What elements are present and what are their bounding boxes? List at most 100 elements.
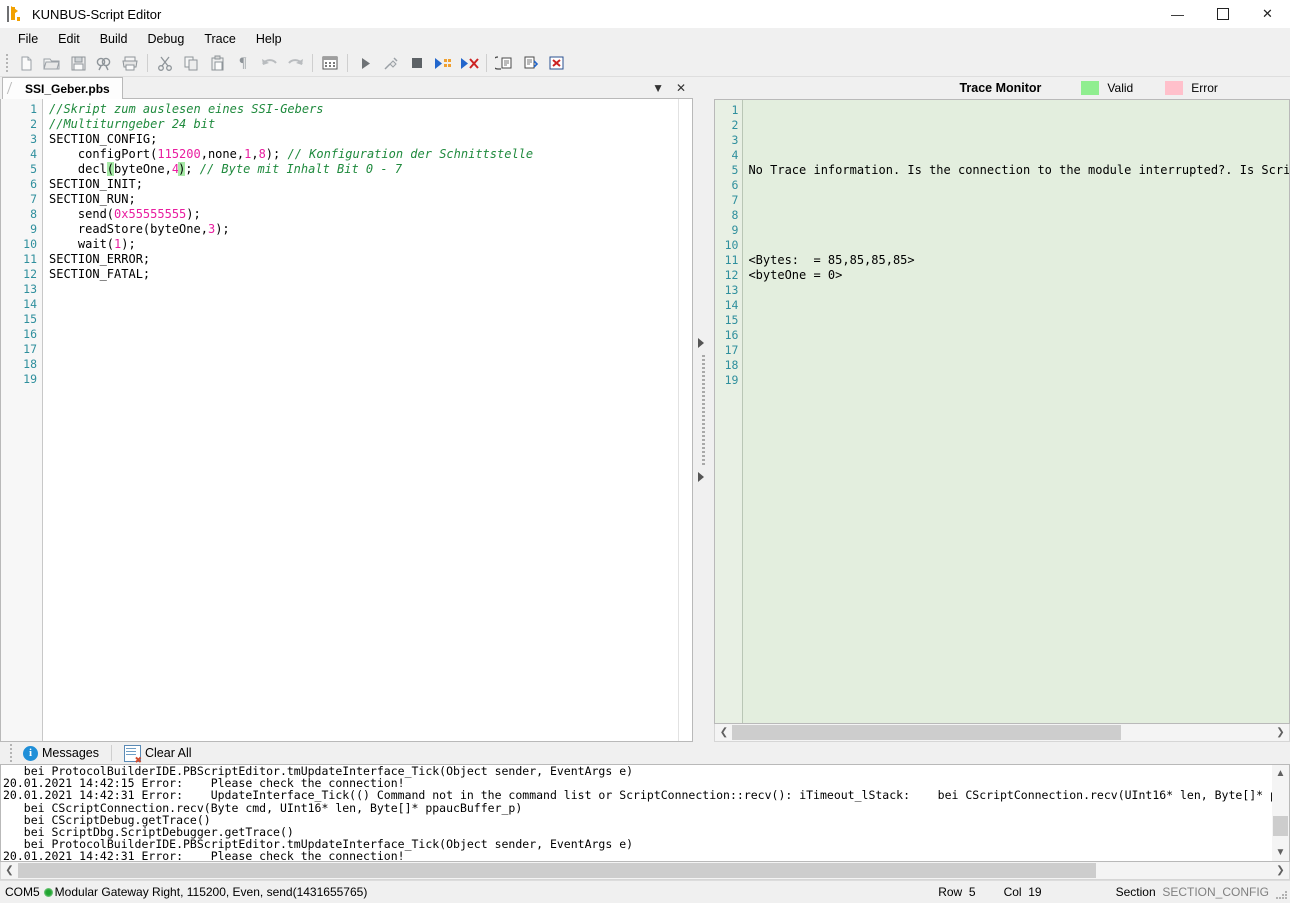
menu-file[interactable]: File xyxy=(8,30,48,48)
editor-pane: SSI_Geber.pbs ▼ ✕ 1 2 3 4 5 6 7 8 9 10 11 12 13 14 15 1… xyxy=(0,77,694,742)
resize-grip-icon[interactable] xyxy=(1273,885,1287,899)
trace-line-number: 18 xyxy=(724,358,739,372)
scroll-left-icon[interactable]: ❮ xyxy=(715,725,732,740)
step-icon[interactable] xyxy=(430,51,456,75)
trace-monitor-body[interactable]: 1 2 3 4 5 6 7 8 9 10 11 12 13 14 15 16 17 18 19 No Trace i… xyxy=(714,99,1290,724)
messages-vertical-scrollbar[interactable]: ▲ ▼ xyxy=(1272,765,1289,861)
messages-horizontal-scrollbar[interactable]: ❮ ❯ xyxy=(0,862,1290,880)
trace-horizontal-scrollbar[interactable]: ❮ ❯ xyxy=(714,724,1290,742)
messages-toolbar-grip[interactable] xyxy=(7,744,15,762)
menu-build[interactable]: Build xyxy=(90,30,138,48)
run-icon[interactable] xyxy=(352,51,378,75)
code-editor[interactable]: 1 2 3 4 5 6 7 8 9 10 11 12 13 14 15 16 17 18 19 //Skript z… xyxy=(0,99,694,742)
messages-hscroll-track[interactable] xyxy=(18,863,1272,878)
messages-body[interactable]: bei ProtocolBuilderIDE.PBScriptEditor.tm… xyxy=(0,764,1290,862)
editor-line-number: 13 xyxy=(23,282,37,296)
editor-line-number: 1 xyxy=(30,102,37,116)
messages-toolbar: i Messages Clear All xyxy=(0,742,1290,765)
editor-right-margin xyxy=(678,99,693,741)
toolbar: ¶ xyxy=(0,50,1290,77)
print-icon[interactable] xyxy=(117,51,143,75)
trace-hscroll-track[interactable] xyxy=(732,725,1272,740)
clear-all-label: Clear All xyxy=(144,746,192,760)
chevron-down-icon[interactable]: ▼ xyxy=(649,81,667,95)
info-icon: i xyxy=(23,745,38,761)
editor-code-line: configPort(115200,none,1,8); // Konfigur… xyxy=(49,147,678,162)
toolbar-grip[interactable] xyxy=(3,54,11,72)
pane-splitter[interactable] xyxy=(693,77,715,742)
menu-trace[interactable]: Trace xyxy=(194,30,246,48)
trace-line-number: 10 xyxy=(724,238,739,252)
messages-tab[interactable]: i Messages xyxy=(17,745,105,762)
editor-code-area[interactable]: //Skript zum auslesen eines SSI-Gebers//… xyxy=(43,99,679,741)
editor-line-number: 15 xyxy=(23,312,37,326)
trace-output-line xyxy=(748,343,1289,358)
messages-text-area[interactable]: bei ProtocolBuilderIDE.PBScriptEditor.tm… xyxy=(1,765,1272,861)
undo-icon[interactable] xyxy=(256,51,282,75)
copy-icon[interactable] xyxy=(178,51,204,75)
trace-hscroll-thumb[interactable] xyxy=(732,725,1121,740)
code-token: ,none, xyxy=(200,147,245,161)
scroll-down-icon[interactable]: ▼ xyxy=(1273,844,1288,861)
trace-line-number: 8 xyxy=(731,208,739,222)
maximize-button[interactable] xyxy=(1200,0,1245,28)
messages-hscroll-thumb[interactable] xyxy=(18,863,1097,878)
trace-output-line xyxy=(748,193,1289,208)
collapse-left-arrow-icon[interactable] xyxy=(698,337,705,348)
messages-vscroll-thumb[interactable] xyxy=(1273,816,1288,836)
close-button[interactable]: ✕ xyxy=(1245,0,1290,28)
scroll-up-icon[interactable]: ▲ xyxy=(1273,765,1288,782)
editor-tab-label: SSI_Geber.pbs xyxy=(25,81,110,96)
upload-script-icon[interactable] xyxy=(517,51,543,75)
stop-debug-icon[interactable] xyxy=(456,51,482,75)
editor-line-number: 9 xyxy=(30,222,37,236)
trace-output-line xyxy=(748,208,1289,223)
code-token: configPort( xyxy=(49,147,158,161)
editor-line-number: 2 xyxy=(30,117,37,131)
menu-help[interactable]: Help xyxy=(246,30,292,48)
trace-output-line xyxy=(748,178,1289,193)
stop-icon[interactable] xyxy=(404,51,430,75)
trace-output-line xyxy=(748,358,1289,373)
editor-line-number: 8 xyxy=(30,207,37,221)
open-file-icon[interactable] xyxy=(39,51,65,75)
scroll-right-icon[interactable]: ❯ xyxy=(1272,863,1289,878)
connect-icon[interactable] xyxy=(378,51,404,75)
status-section-value: SECTION_CONFIG xyxy=(1162,885,1269,899)
code-token: // Byte mit Inhalt Bit 0 - 7 xyxy=(199,162,403,176)
clear-all-button[interactable]: Clear All xyxy=(118,744,198,765)
menu-edit[interactable]: Edit xyxy=(48,30,90,48)
code-token: SECTION_FATAL; xyxy=(49,267,151,281)
scroll-left-icon[interactable]: ❮ xyxy=(1,863,18,878)
pilcrow-icon[interactable]: ¶ xyxy=(230,51,256,75)
cut-icon[interactable] xyxy=(152,51,178,75)
menu-debug[interactable]: Debug xyxy=(138,30,195,48)
download-script-icon[interactable] xyxy=(491,51,517,75)
splitter-grip xyxy=(702,354,706,465)
editor-line-number: 5 xyxy=(30,162,37,176)
collapse-right-arrow-icon[interactable] xyxy=(698,471,705,482)
find-icon[interactable] xyxy=(91,51,117,75)
trace-output-area[interactable]: No Trace information. Is the connection … xyxy=(743,100,1289,723)
trace-line-number: 11 xyxy=(724,253,739,267)
scroll-right-icon[interactable]: ❯ xyxy=(1272,725,1289,740)
error-label: Error xyxy=(1191,81,1218,95)
save-icon[interactable] xyxy=(65,51,91,75)
code-token: ); xyxy=(215,222,230,236)
messages-toolbar-separator xyxy=(110,745,112,761)
trace-output-line: <byteOne = 0> xyxy=(748,268,843,282)
status-row: Row 5 xyxy=(924,885,989,899)
build-icon[interactable] xyxy=(317,51,343,75)
paste-icon[interactable] xyxy=(204,51,230,75)
minimize-button[interactable]: — xyxy=(1155,0,1200,28)
trace-line-number: 2 xyxy=(731,118,739,132)
status-col-value: 19 xyxy=(1028,885,1042,899)
editor-tab-ssi-geber[interactable]: SSI_Geber.pbs xyxy=(2,77,123,99)
new-file-icon[interactable] xyxy=(13,51,39,75)
delete-script-icon[interactable] xyxy=(543,51,569,75)
close-icon[interactable]: ✕ xyxy=(673,81,689,95)
editor-line-number: 4 xyxy=(30,147,37,161)
redo-icon[interactable] xyxy=(282,51,308,75)
messages-vscroll-track[interactable] xyxy=(1273,782,1288,844)
trace-line-number: 4 xyxy=(731,148,739,162)
